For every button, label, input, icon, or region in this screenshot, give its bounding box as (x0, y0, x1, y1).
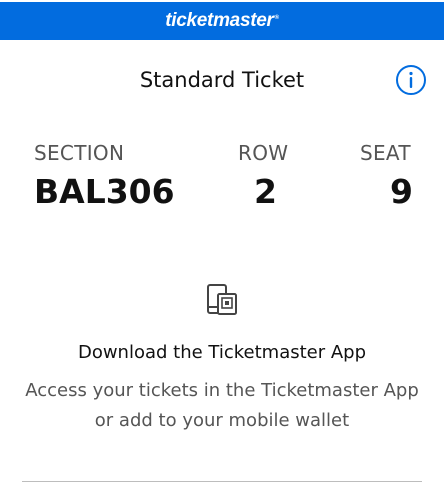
section-value: BAL306 (34, 172, 175, 211)
row-label: ROW (238, 141, 289, 165)
brand-logo: ticketmaster® (165, 10, 279, 32)
section-label: SECTION (34, 141, 125, 165)
mobile-ticket-icon (207, 284, 237, 315)
seat-value: 9 (390, 172, 413, 211)
download-app-title: Download the Ticketmaster App (77, 342, 367, 363)
ticketmaster-header: ticketmaster® (0, 2, 444, 40)
brand-registered-mark: ® (274, 14, 279, 21)
seat-label: SEAT (360, 141, 411, 165)
brand-name: ticketmaster (165, 10, 274, 31)
ticket-type-title: Standard Ticket (139, 68, 305, 92)
download-app-description: Access your tickets in the Ticketmaster … (25, 380, 419, 431)
info-icon[interactable] (395, 64, 427, 96)
row-value: 2 (254, 172, 277, 211)
divider (22, 481, 422, 482)
